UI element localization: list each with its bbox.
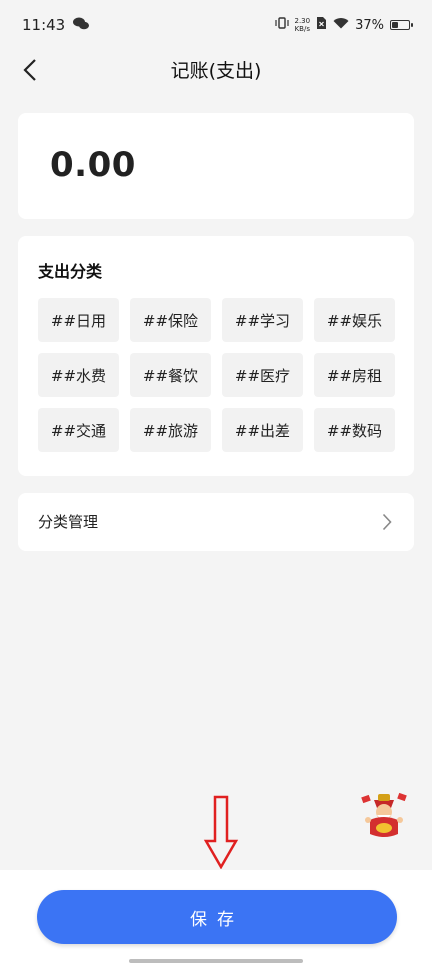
battery-percent: 37%: [355, 17, 384, 33]
mascot-float-icon[interactable]: [360, 790, 408, 840]
battery-fill: [392, 22, 398, 28]
arrow-down-icon: [203, 795, 239, 873]
category-chip[interactable]: ##数码: [314, 408, 395, 452]
home-indicator[interactable]: [129, 959, 303, 963]
category-chip[interactable]: ##房租: [314, 353, 395, 397]
category-chip[interactable]: ##水费: [38, 353, 119, 397]
save-button[interactable]: 保存: [37, 890, 397, 944]
category-chip[interactable]: ##交通: [38, 408, 119, 452]
category-chip[interactable]: ##出差: [222, 408, 303, 452]
battery-icon: [390, 20, 413, 30]
wifi-icon: [333, 17, 349, 33]
status-bar: 11:43 2.30 KB/s 37%: [0, 0, 432, 50]
category-section-title: 支出分类: [38, 262, 103, 281]
amount-display[interactable]: 0.00: [50, 145, 136, 185]
nav-bar: 记账(支出): [0, 50, 432, 92]
page-title: 记账(支出): [170, 60, 262, 82]
net-speed: 2.30 KB/s: [295, 17, 311, 33]
category-chip[interactable]: ##餐饮: [130, 353, 211, 397]
wechat-icon: [73, 16, 90, 34]
category-chip[interactable]: ##日用: [38, 298, 119, 342]
category-chip[interactable]: ##医疗: [222, 353, 303, 397]
category-chip[interactable]: ##学习: [222, 298, 303, 342]
net-speed-unit: KB/s: [294, 25, 310, 33]
amount-card[interactable]: 0.00: [18, 113, 414, 219]
chevron-right-icon: [382, 513, 392, 535]
category-grid: ##日用 ##保险 ##学习 ##娱乐 ##水费 ##餐饮 ##医疗 ##房租 …: [38, 298, 395, 452]
status-time: 11:43: [22, 16, 66, 34]
category-chip[interactable]: ##娱乐: [314, 298, 395, 342]
category-chip[interactable]: ##保险: [130, 298, 211, 342]
vibrate-icon: [274, 16, 289, 34]
category-manage-label: 分类管理: [38, 513, 99, 531]
bottom-bar: 保存: [0, 870, 432, 964]
category-chip[interactable]: ##旅游: [130, 408, 211, 452]
net-speed-value: 2.30: [294, 17, 311, 25]
no-sim-icon: [316, 16, 327, 34]
category-manage-row[interactable]: 分类管理: [18, 493, 414, 551]
category-card: 支出分类 ##日用 ##保险 ##学习 ##娱乐 ##水费 ##餐饮 ##医疗 …: [18, 236, 414, 476]
